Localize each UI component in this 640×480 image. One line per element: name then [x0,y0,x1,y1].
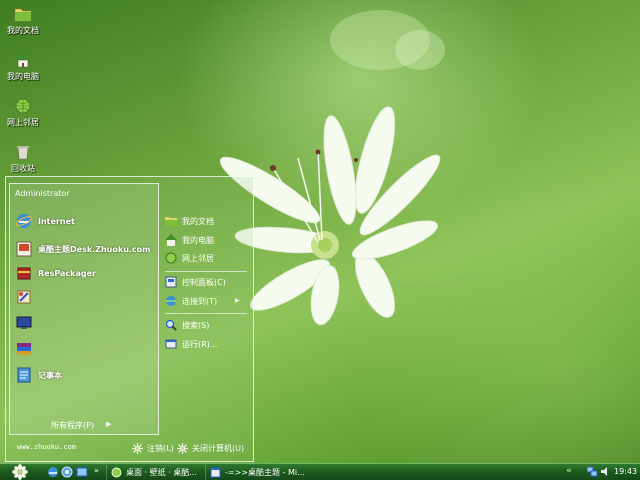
start-menu-item-winrar[interactable] [16,339,38,359]
desktop-icon-my-computer[interactable]: 我的电脑 [1,51,45,82]
theme-app-icon [16,241,32,257]
start-menu-item-paint[interactable] [16,287,38,307]
network-icon [15,98,31,114]
taskbar-window-button[interactable]: 桌面 · 壁纸 · 桌酷... [106,465,203,480]
winrar-icon [17,343,31,355]
network-status-icon[interactable] [587,466,598,477]
start-button[interactable] [8,464,32,480]
logoff-button[interactable]: 注销(L) [132,443,174,454]
show-desktop-icon[interactable] [76,466,88,478]
start-menu-right-my-documents[interactable]: 我的文档 [165,214,214,228]
desktop-icon-recycle-bin[interactable]: 回收站 [1,143,45,174]
start-menu-right-run[interactable]: 运行(R)... [165,337,217,351]
start-menu-right-control-panel[interactable]: 控制面板(C) [165,275,226,289]
network-icon [165,252,177,264]
start-menu-item-notepad[interactable]: 记事本 [16,365,62,385]
computer-icon [165,234,177,246]
display-icon [16,316,32,329]
taskbar: » 桌面 · 壁纸 · 桌酷... -=>>桌酷主题 - Mi... « 19:… [0,463,640,480]
paint-icon [17,290,31,304]
search-icon [165,319,177,331]
recycle-bin-icon [17,146,29,160]
start-menu-website: www.zhuoku.com [17,443,77,451]
quick-launch-more-icon[interactable]: » [94,466,99,475]
desktop-icon-label: 回收站 [11,164,35,173]
volume-icon[interactable] [600,466,611,477]
package-icon [17,267,31,280]
internet-explorer-icon[interactable] [47,466,59,478]
desktop-icon-label: 我的文档 [7,26,39,35]
taskbar-window-button[interactable]: -=>>桌酷主题 - Mi... [205,465,305,480]
desktop-icon-label: 网上邻居 [7,118,39,127]
submenu-arrow-icon: ▶ [235,297,240,304]
tray-expand-icon[interactable]: « [566,466,572,476]
taskbar-clock: 19:43 [614,467,638,476]
start-menu-separator [165,313,247,314]
folder-icon [14,8,32,22]
shutdown-icon [177,443,188,454]
desktop-icon-network[interactable]: 网上邻居 [1,97,45,128]
start-menu-right-network[interactable]: 网上邻居 [165,251,214,265]
run-icon [165,339,177,349]
start-menu-separator [165,271,247,272]
editor-icon [210,467,221,478]
computer-icon [16,53,30,68]
start-menu-right-search[interactable]: 搜索(S) [165,318,209,332]
start-menu-item-theme[interactable]: 桌酷主题Desk.Zhuoku.com [16,239,151,259]
start-menu-right-connect[interactable]: 连接到(T) [165,294,217,308]
internet-explorer-icon [16,214,32,228]
desktop-icon-label: 我的电脑 [7,72,39,81]
all-programs-button[interactable]: 所有程序(P) [51,420,94,431]
logoff-icon [132,443,143,454]
start-menu-item-display[interactable] [16,313,38,333]
shutdown-button[interactable]: 关闭计算机(U) [177,443,244,454]
start-flower-icon [12,464,28,480]
control-panel-icon [165,276,177,288]
start-menu-item-respackager[interactable]: ResPackager [16,263,96,283]
start-menu-right-my-computer[interactable]: 我的电脑 [165,233,214,247]
window-icon [111,467,122,478]
connect-icon [166,296,176,306]
folder-icon [165,217,177,226]
start-menu-item-internet[interactable]: Internet [16,211,75,231]
start-menu: Administrator Internet 桌酷主题Desk.Zhuoku.c… [5,176,254,462]
notepad-icon [17,367,31,383]
all-programs-arrow-icon: ▶ [106,420,112,428]
browser-icon[interactable] [61,466,73,478]
desktop-icon-my-documents[interactable]: 我的文档 [1,5,45,36]
